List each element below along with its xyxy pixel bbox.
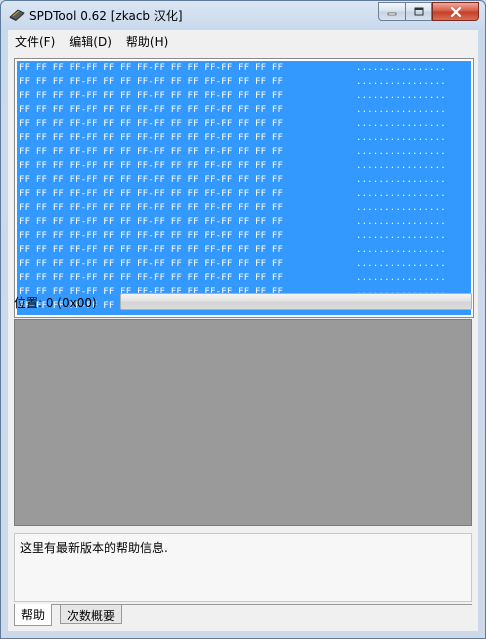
hex-bytes: FF FF FF FF-FF FF FF FF-FF FF FF FF-FF F… [19,245,284,255]
title-bar[interactable]: SPDTool 0.62 [zkacb 汉化] [1,1,485,29]
hex-bytes: FF FF FF FF-FF FF FF FF-FF FF FF FF-FF F… [19,231,284,241]
hex-bytes: FF FF FF FF-FF FF FF FF-FF FF FF FF-FF F… [19,273,284,283]
hex-ascii: ................ [356,259,446,269]
tab-count-summary[interactable]: 次数概要 [60,605,123,624]
hex-row[interactable]: FF FF FF FF-FF FF FF FF-FF FF FF FF-FF F… [17,201,471,215]
hex-ascii: ................ [356,91,446,101]
hex-bytes: FF FF FF FF-FF FF FF FF-FF FF FF FF-FF F… [19,133,284,143]
hex-row[interactable]: FF FF FF FF-FF FF FF FF-FF FF FF FF-FF F… [17,131,471,145]
help-box[interactable]: 这里有最新版本的帮助信息. [14,533,472,602]
hex-bytes: FF FF FF FF-FF FF FF FF-FF FF FF FF-FF F… [19,63,284,73]
hex-bytes: FF FF FF FF-FF FF FF FF-FF FF FF FF-FF F… [19,175,284,185]
menu-bar: 文件(F) 编辑(D) 帮助(H) [8,30,478,50]
hex-ascii: ................ [356,175,446,185]
hex-ascii: ................ [356,231,446,241]
hex-row[interactable]: FF FF FF FF-FF FF FF FF-FF FF FF FF-FF F… [17,271,471,285]
hex-ascii: ................ [356,77,446,87]
tab-help[interactable]: 帮助 [14,604,53,626]
hex-bytes: FF FF FF FF-FF FF FF FF-FF FF FF FF-FF F… [19,161,284,171]
hex-bytes: FF FF FF FF-FF FF FF FF-FF FF FF FF-FF F… [19,259,284,269]
tab-strip: 帮助 次数概要 [14,604,472,629]
hex-ascii: ................ [356,105,446,115]
hex-bytes: FF FF FF FF-FF FF FF FF-FF FF FF FF-FF F… [19,189,284,199]
hex-bytes: FF FF FF FF-FF FF FF FF-FF FF FF FF-FF F… [19,77,284,87]
minimize-button[interactable] [378,2,405,21]
hex-bytes: FF FF FF FF-FF FF FF FF-FF FF FF FF-FF F… [19,217,284,227]
hex-row[interactable]: FF FF FF FF-FF FF FF FF-FF FF FF FF-FF F… [17,75,471,89]
detail-pane[interactable] [14,319,472,526]
hex-row[interactable]: FF FF FF FF-FF FF FF FF-FF FF FF FF-FF F… [17,61,471,75]
close-icon [450,6,461,17]
progress-bar [120,293,472,310]
window-title: SPDTool 0.62 [zkacb 汉化] [29,9,183,23]
maximize-button[interactable] [405,2,432,21]
hex-row[interactable]: FF FF FF FF-FF FF FF FF-FF FF FF FF-FF F… [17,117,471,131]
hex-view[interactable]: FF FF FF FF-FF FF FF FF-FF FF FF FF-FF F… [14,58,474,318]
hex-row[interactable]: FF FF FF FF-FF FF FF FF-FF FF FF FF-FF F… [17,103,471,117]
hex-ascii: ................ [356,245,446,255]
hex-row[interactable]: FF FF FF FF-FF FF FF FF-FF FF FF FF-FF F… [17,159,471,173]
hex-bytes: FF FF FF FF-FF FF FF FF-FF FF FF FF-FF F… [19,91,284,101]
minimize-icon [387,12,397,15]
menu-edit[interactable]: 编辑(D) [62,30,119,50]
hex-bytes: FF FF FF FF-FF FF FF FF-FF FF FF FF-FF F… [19,119,284,129]
hex-ascii: ................ [356,161,446,171]
hex-ascii: ................ [356,189,446,199]
hex-selection[interactable]: FF FF FF FF-FF FF FF FF-FF FF FF FF-FF F… [17,61,471,315]
app-window: SPDTool 0.62 [zkacb 汉化] 文件(F) 编辑(D) 帮助(H… [0,0,486,639]
hex-row[interactable]: FF FF FF FF-FF FF FF FF-FF FF FF FF-FF F… [17,173,471,187]
hex-row[interactable]: FF FF FF FF-FF FF FF FF-FF FF FF FF-FF F… [17,243,471,257]
hex-bytes: FF FF FF FF-FF FF FF FF-FF FF FF FF-FF F… [19,203,284,213]
hex-ascii: ................ [356,273,446,283]
client-area: 文件(F) 编辑(D) 帮助(H) FF FF FF FF-FF FF FF F… [8,30,478,631]
menu-help[interactable]: 帮助(H) [119,30,175,50]
hex-ascii: ................ [356,63,446,73]
hex-bytes: FF FF FF FF-FF FF FF FF-FF FF FF FF-FF F… [19,147,284,157]
hex-row[interactable]: FF FF FF FF-FF FF FF FF-FF FF FF FF-FF F… [17,145,471,159]
chip-icon [9,9,25,21]
maximize-icon [414,7,423,15]
hex-row[interactable]: FF FF FF FF-FF FF FF FF-FF FF FF FF-FF F… [17,215,471,229]
window-controls [378,2,479,21]
hex-row[interactable]: FF FF FF FF-FF FF FF FF-FF FF FF FF-FF F… [17,89,471,103]
hex-ascii: ................ [356,119,446,129]
hex-row[interactable]: FF FF FF FF-FF FF FF FF-FF FF FF FF-FF F… [17,187,471,201]
hex-ascii: ................ [356,203,446,213]
menu-file[interactable]: 文件(F) [8,30,62,50]
close-button[interactable] [432,2,479,21]
hex-row[interactable]: FF FF FF FF-FF FF FF FF-FF FF FF FF-FF F… [17,257,471,271]
hex-ascii: ................ [356,217,446,227]
position-label: 位置: 0 (0x00) [14,296,97,310]
hex-ascii: ................ [356,133,446,143]
hex-row[interactable]: FF FF FF FF-FF FF FF FF-FF FF FF FF-FF F… [17,229,471,243]
hex-ascii: ................ [356,147,446,157]
hex-bytes: FF FF FF FF-FF FF FF FF-FF FF FF FF-FF F… [19,105,284,115]
help-text: 这里有最新版本的帮助信息. [20,541,168,555]
